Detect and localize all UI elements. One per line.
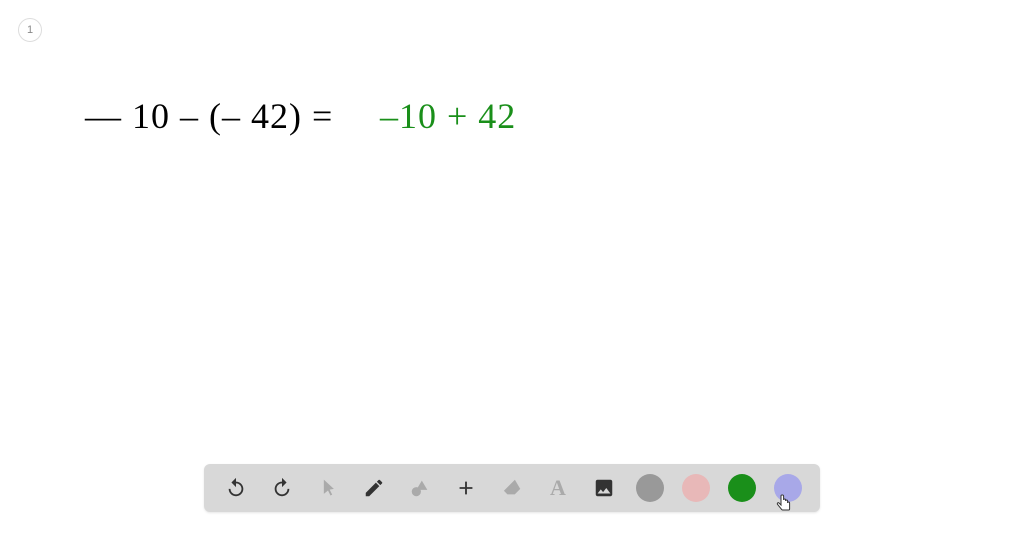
undo-icon [225,477,247,499]
shapes-icon [409,477,431,499]
color-green[interactable] [728,474,756,502]
pointer-icon [318,478,338,498]
add-button[interactable] [452,474,480,502]
image-icon [593,477,615,499]
equation-right: –10 + 42 [380,95,516,137]
image-button[interactable] [590,474,618,502]
plus-icon [455,477,477,499]
pen-icon [363,477,385,499]
color-gray[interactable] [636,474,664,502]
color-pink[interactable] [682,474,710,502]
eraser-icon [501,477,523,499]
text-icon: A [550,475,566,501]
drawing-canvas[interactable]: — 10 – (– 42) = –10 + 42 [0,0,1024,540]
undo-button[interactable] [222,474,250,502]
pen-button[interactable] [360,474,388,502]
shapes-button[interactable] [406,474,434,502]
redo-button[interactable] [268,474,296,502]
text-button[interactable]: A [544,474,572,502]
redo-icon [271,477,293,499]
cursor-pointer-icon [772,492,796,516]
equation-left: — 10 – (– 42) = [85,95,333,137]
toolbar: A [204,464,820,512]
eraser-button[interactable] [498,474,526,502]
pointer-button[interactable] [314,474,342,502]
